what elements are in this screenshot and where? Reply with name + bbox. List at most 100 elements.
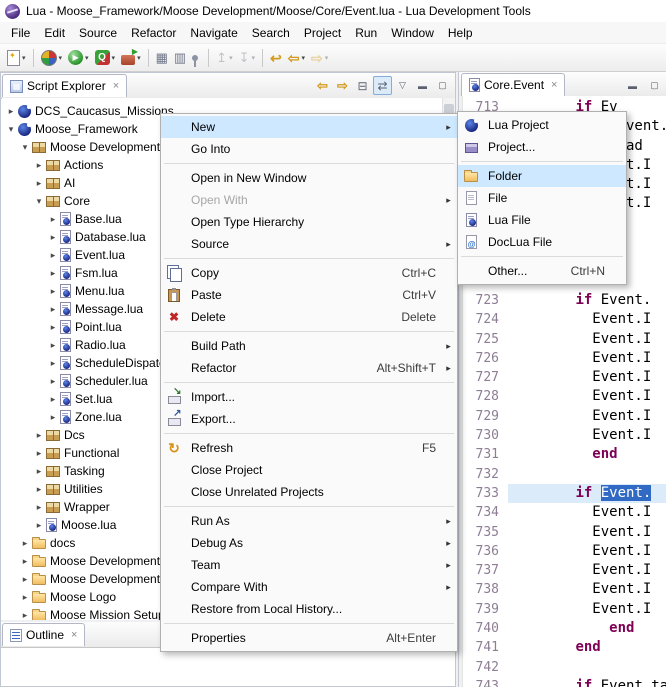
code-text[interactable]: Event.I [508,368,666,387]
expand-arrow-icon[interactable]: ▸ [32,502,46,513]
menubar-file[interactable]: File [4,24,37,42]
minimize-icon[interactable]: ▬ [413,76,432,95]
expand-arrow-icon[interactable]: ▸ [32,430,46,441]
expand-arrow-icon[interactable]: ▸ [46,394,60,405]
expand-arrow-icon[interactable]: ▸ [32,178,46,189]
context-menu-item-refactor[interactable]: RefactorAlt+Shift+T▸ [161,357,457,379]
forward-icon[interactable]: ⇨ [333,76,352,95]
collapse-arrow-icon[interactable]: ▾ [32,196,46,207]
dropdown-arrow-icon[interactable]: ▾ [252,54,256,62]
context-menu-item-close-unrelated-projects[interactable]: Close Unrelated Projects [161,481,457,503]
menubar-run[interactable]: Run [348,24,384,42]
context-menu-item-open-in-new-window[interactable]: Open in New Window [161,167,457,189]
menubar-project[interactable]: Project [297,24,348,42]
next-annotation-icon[interactable]: ↧▾ [237,47,257,69]
show-columns-icon[interactable]: ▥ [172,47,188,69]
tab-core-event[interactable]: Core.Event × [461,73,565,96]
dropdown-arrow-icon[interactable]: ▾ [229,54,233,62]
context-menu-item-go-into[interactable]: Go Into [161,138,457,160]
tab-script-explorer[interactable]: ▦ Script Explorer × [2,74,127,97]
expand-arrow-icon[interactable]: ▸ [46,250,60,261]
code-text[interactable]: Event.I [508,561,666,580]
menubar-search[interactable]: Search [245,24,297,42]
expand-arrow-icon[interactable]: ▸ [46,286,60,297]
code-text[interactable]: Event.I [508,349,666,368]
code-text[interactable] [508,465,666,484]
context-menu-item-compare-with[interactable]: Compare With▸ [161,576,457,598]
menubar-edit[interactable]: Edit [37,24,72,42]
new-submenu-item-doclua-file[interactable]: DocLua File [458,231,626,253]
expand-arrow-icon[interactable]: ▸ [32,484,46,495]
last-edit-location-icon[interactable]: ↩ [268,47,284,69]
code-text[interactable] [508,658,666,677]
context-menu-item-restore-from-local-history[interactable]: Restore from Local History... [161,598,457,620]
collapse-all-icon[interactable]: ⊟ [353,76,372,95]
expand-arrow-icon[interactable]: ▸ [32,448,46,459]
expand-arrow-icon[interactable]: ▸ [18,592,32,603]
code-text[interactable]: if Event.ta [508,677,666,687]
run-icon[interactable]: ▶▾ [66,47,91,69]
expand-arrow-icon[interactable]: ▸ [46,340,60,351]
code-text[interactable]: end [508,638,666,657]
context-menu-item-delete[interactable]: ✖DeleteDelete [161,306,457,328]
code-text[interactable]: Event.I [508,542,666,561]
context-menu-item-copy[interactable]: CopyCtrl+C [161,262,457,284]
back-icon[interactable]: ⇦ [313,76,332,95]
menubar-source[interactable]: Source [72,24,124,42]
expand-arrow-icon[interactable]: ▸ [46,322,60,333]
expand-arrow-icon[interactable]: ▸ [46,304,60,315]
context-menu-item-export[interactable]: ↗Export... [161,408,457,430]
menubar-help[interactable]: Help [441,24,480,42]
debug-icon[interactable]: ▾ [39,47,65,69]
dropdown-arrow-icon[interactable]: ▾ [22,54,26,62]
expand-arrow-icon[interactable]: ▸ [18,610,32,621]
context-menu-item-build-path[interactable]: Build Path▸ [161,335,457,357]
context-menu-item-open-with[interactable]: Open With▸ [161,189,457,211]
back-icon[interactable]: ⇦▾ [286,47,307,69]
code-text[interactable]: Event.I [508,503,666,522]
context-menu-item-refresh[interactable]: ↻RefreshF5 [161,437,457,459]
collapse-arrow-icon[interactable]: ▾ [18,142,32,153]
close-icon[interactable]: × [113,80,119,92]
external-tools-icon[interactable]: ▾ [119,47,143,69]
link-with-editor-icon[interactable]: ⇄ [373,76,392,95]
context-menu-item-import[interactable]: ↘Import... [161,386,457,408]
code-text[interactable]: Event.I [508,407,666,426]
dropdown-arrow-icon[interactable]: ▾ [59,54,63,62]
code-text[interactable]: Event.I [508,310,666,329]
expand-arrow-icon[interactable]: ▸ [46,358,60,369]
code-text[interactable]: Event.I [508,426,666,445]
code-text[interactable]: Event.I [508,600,666,619]
tab-outline[interactable]: Outline × [2,623,85,646]
expand-arrow-icon[interactable]: ▸ [18,538,32,549]
expand-arrow-icon[interactable]: ▸ [32,520,46,531]
pin-editor-icon[interactable] [190,47,203,69]
context-menu-item-team[interactable]: Team▸ [161,554,457,576]
code-text[interactable]: end [508,445,666,464]
expand-arrow-icon[interactable]: ▸ [18,556,32,567]
code-text[interactable]: Event.I [508,387,666,406]
maximize-icon[interactable]: ▢ [645,76,664,95]
collapse-arrow-icon[interactable]: ▾ [4,124,18,135]
previous-annotation-icon[interactable]: ↥▾ [214,47,234,69]
new-submenu-item-lua-project[interactable]: Lua Project [458,114,626,136]
code-text[interactable]: end [508,619,666,638]
expand-arrow-icon[interactable]: ▸ [46,232,60,243]
new-submenu-item-folder[interactable]: Folder [458,165,626,187]
context-menu-item-run-as[interactable]: Run As▸ [161,510,457,532]
minimize-icon[interactable]: ▬ [623,76,642,95]
menubar-window[interactable]: Window [384,24,441,42]
code-text[interactable]: Event.I [508,580,666,599]
expand-arrow-icon[interactable]: ▸ [4,106,18,117]
dropdown-arrow-icon[interactable]: ▾ [112,54,116,62]
context-menu-item-paste[interactable]: PasteCtrl+V [161,284,457,306]
dropdown-arrow-icon[interactable]: ▾ [325,54,329,62]
menubar-refactor[interactable]: Refactor [124,24,183,42]
code-text[interactable]: Event.I [508,330,666,349]
forward-icon[interactable]: ⇨▾ [309,47,330,69]
expand-arrow-icon[interactable]: ▸ [18,574,32,585]
dropdown-arrow-icon[interactable]: ▾ [301,54,305,62]
context-menu-item-properties[interactable]: PropertiesAlt+Enter [161,627,457,649]
maximize-icon[interactable]: ▢ [433,76,452,95]
close-icon[interactable]: × [71,629,77,641]
